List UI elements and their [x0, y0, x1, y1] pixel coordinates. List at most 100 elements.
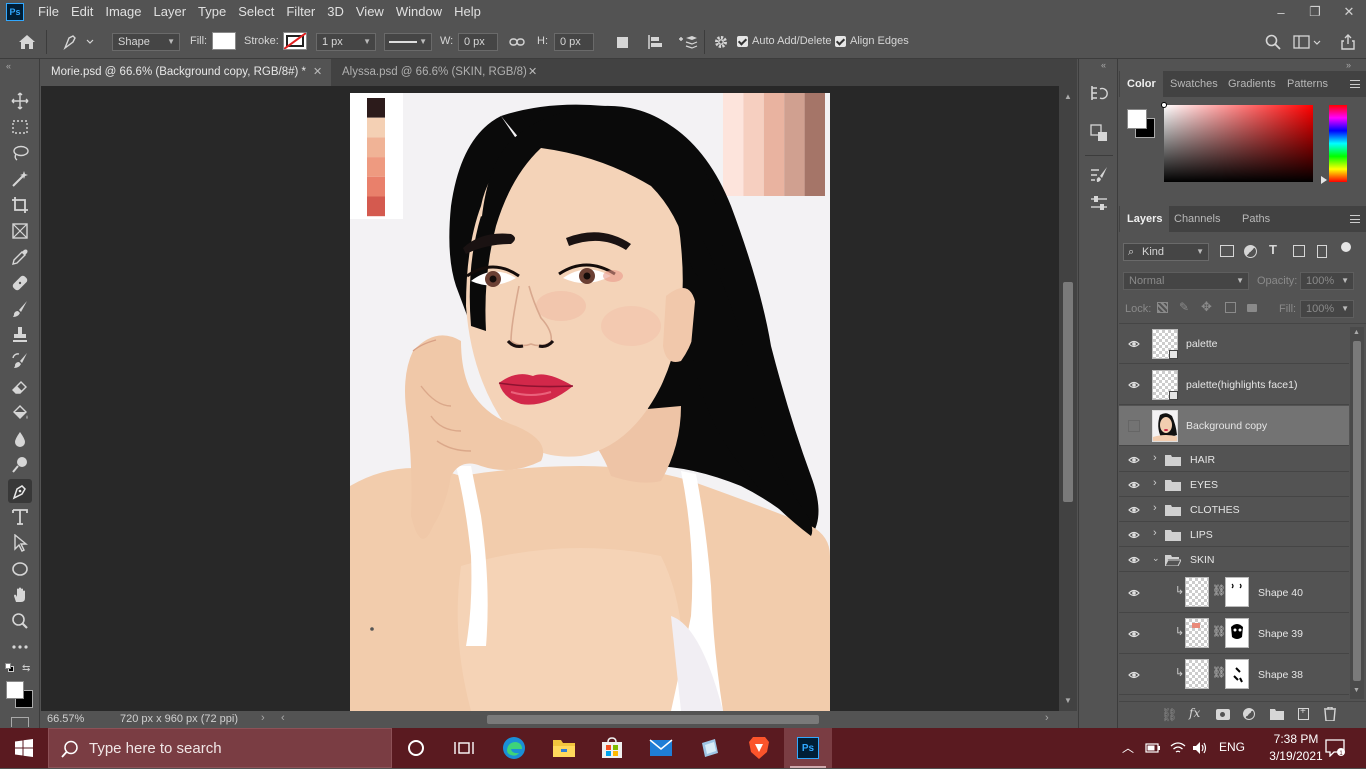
- layer-mask-thumbnail[interactable]: [1225, 577, 1249, 607]
- eye-icon[interactable]: [1128, 338, 1140, 350]
- more-tools-icon[interactable]: [8, 635, 32, 659]
- zoom-tool-icon[interactable]: [8, 609, 32, 633]
- search-icon[interactable]: [1264, 33, 1282, 51]
- adjustment-layer-icon[interactable]: [1243, 708, 1255, 720]
- eye-icon[interactable]: [1128, 529, 1140, 541]
- eye-icon[interactable]: [1128, 628, 1140, 640]
- move-tool-icon[interactable]: [8, 89, 32, 113]
- share-icon[interactable]: [1338, 32, 1358, 52]
- hand-tool-icon[interactable]: [8, 583, 32, 607]
- auto-add-delete-checkbox[interactable]: [737, 36, 748, 47]
- pen-tool-preset-icon[interactable]: [60, 32, 96, 52]
- add-mask-icon[interactable]: [1216, 709, 1230, 720]
- brush-settings-icon[interactable]: [1089, 165, 1109, 185]
- chevron-up-icon[interactable]: ︿: [1122, 739, 1134, 756]
- visibility-toggle-empty[interactable]: [1128, 420, 1140, 432]
- menu-select[interactable]: Select: [232, 0, 280, 24]
- width-field[interactable]: 0 px: [458, 33, 498, 51]
- tab-alyssa[interactable]: Alyssa.psd @ 66.6% (SKIN, RGB/8) ✕: [332, 59, 542, 86]
- new-group-icon[interactable]: [1270, 709, 1284, 720]
- eye-icon[interactable]: [1128, 479, 1140, 491]
- hue-slider-handle[interactable]: [1321, 176, 1327, 184]
- chevron-right-icon[interactable]: ›: [1153, 502, 1157, 514]
- filter-toggle-icon[interactable]: [1341, 242, 1351, 252]
- stroke-swatch[interactable]: [283, 32, 307, 50]
- align-edges-checkbox[interactable]: [835, 36, 846, 47]
- panel-menu-icon[interactable]: [1350, 215, 1360, 223]
- layer-row-background-copy[interactable]: Background copy: [1119, 406, 1349, 446]
- taskbar-photoshop[interactable]: Ps: [784, 728, 832, 768]
- trash-icon[interactable]: [1324, 707, 1336, 721]
- collapse-chevron-icon[interactable]: »: [1346, 60, 1351, 70]
- lock-pixels-icon[interactable]: ✎: [1179, 300, 1189, 314]
- close-icon[interactable]: ✕: [528, 59, 537, 86]
- chevron-right-icon[interactable]: ›: [1153, 527, 1157, 539]
- blend-mode-select[interactable]: Normal ▼: [1123, 272, 1249, 290]
- path-alignment-icon[interactable]: [646, 33, 664, 51]
- menu-window[interactable]: Window: [390, 0, 448, 24]
- layer-group-skin[interactable]: ⌄ SKIN: [1119, 547, 1349, 572]
- layer-group-hair[interactable]: › HAIR: [1119, 447, 1349, 472]
- layer-style-icon[interactable]: fx: [1189, 706, 1200, 720]
- chevron-right-icon[interactable]: ›: [1153, 477, 1157, 489]
- new-layer-icon[interactable]: +: [1298, 706, 1309, 720]
- layers-scrollbar[interactable]: ▲ ▼: [1350, 327, 1364, 699]
- gear-icon[interactable]: [712, 33, 730, 51]
- history-panel-icon[interactable]: [1089, 83, 1109, 103]
- layer-mask-thumbnail[interactable]: [1225, 659, 1249, 689]
- tab-morie[interactable]: Morie.psd @ 66.6% (Background copy, RGB/…: [41, 59, 331, 86]
- wifi-icon[interactable]: [1170, 741, 1186, 755]
- scroll-down-icon[interactable]: ▼: [1064, 696, 1072, 705]
- close-icon[interactable]: ✕: [313, 59, 322, 86]
- swap-colors-icon[interactable]: ⇆: [22, 663, 30, 674]
- menu-view[interactable]: View: [350, 0, 390, 24]
- filter-shape-icon[interactable]: [1293, 245, 1305, 257]
- tab-swatches[interactable]: Swatches: [1163, 71, 1225, 97]
- chevron-down-icon[interactable]: ⌄: [1152, 553, 1160, 564]
- canvas-area[interactable]: [41, 86, 1059, 711]
- taskbar-store[interactable]: [588, 728, 636, 768]
- eye-icon[interactable]: [1128, 587, 1140, 599]
- menu-edit[interactable]: Edit: [65, 0, 99, 24]
- language-indicator[interactable]: ENG: [1219, 740, 1245, 754]
- layer-filter-select[interactable]: ⌕ Kind ▼: [1123, 243, 1209, 261]
- crop-tool-icon[interactable]: [8, 193, 32, 217]
- chevron-right-icon[interactable]: ›: [1045, 712, 1049, 724]
- notifications-icon[interactable]: 1: [1325, 739, 1345, 757]
- paint-bucket-tool-icon[interactable]: [8, 401, 32, 425]
- fill-field[interactable]: 100% ▼: [1300, 300, 1354, 318]
- lasso-tool-icon[interactable]: [8, 141, 32, 165]
- color-panel-foreground-swatch[interactable]: [1127, 109, 1147, 129]
- layer-row-shape-40[interactable]: ↳ ⛓ Shape 40: [1119, 572, 1349, 613]
- fill-swatch[interactable]: [212, 32, 236, 50]
- tool-mode-select[interactable]: Shape ▼: [112, 33, 180, 51]
- hue-slider[interactable]: [1329, 105, 1347, 182]
- healing-brush-tool-icon[interactable]: [8, 271, 32, 295]
- cortana-button[interactable]: [392, 728, 440, 768]
- height-field[interactable]: 0 px: [554, 33, 594, 51]
- dodge-tool-icon[interactable]: [8, 453, 32, 477]
- layer-row-shape-38[interactable]: ↳ ⛓ Shape 38: [1119, 654, 1349, 695]
- path-operations-icon[interactable]: [614, 34, 630, 50]
- history-brush-tool-icon[interactable]: [8, 349, 32, 373]
- taskbar-notes[interactable]: [686, 728, 734, 768]
- menu-filter[interactable]: Filter: [280, 0, 321, 24]
- marquee-tool-icon[interactable]: [8, 115, 32, 139]
- restore-button[interactable]: ❐: [1298, 0, 1332, 24]
- magic-wand-tool-icon[interactable]: [8, 167, 32, 191]
- canvas-vertical-scrollbar[interactable]: ▲ ▼: [1059, 86, 1077, 711]
- scroll-thumb[interactable]: [1063, 282, 1073, 502]
- 3d-panel-icon[interactable]: [1089, 123, 1109, 143]
- close-button[interactable]: ✕: [1332, 0, 1366, 24]
- taskbar-search[interactable]: Type here to search: [48, 728, 392, 768]
- lock-artboard-icon[interactable]: [1225, 302, 1236, 313]
- filter-adjustment-icon[interactable]: [1244, 245, 1257, 258]
- battery-icon[interactable]: [1145, 742, 1161, 754]
- type-tool-icon[interactable]: [8, 505, 32, 529]
- eyedropper-tool-icon[interactable]: [8, 245, 32, 269]
- tab-channels[interactable]: Channels: [1167, 206, 1227, 232]
- menu-image[interactable]: Image: [99, 0, 147, 24]
- chain-link-icon[interactable]: ⛓: [1212, 625, 1226, 638]
- system-clock[interactable]: 7:38 PM 3/19/2021: [1266, 731, 1326, 765]
- chain-link-icon[interactable]: ⛓: [1212, 584, 1226, 597]
